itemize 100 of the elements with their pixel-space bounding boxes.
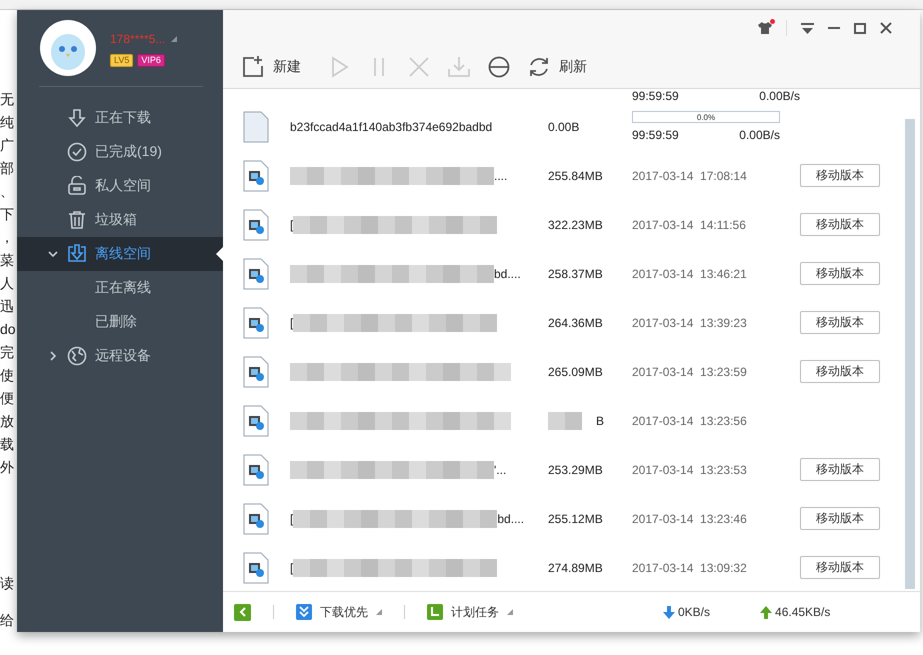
dropdown-menu-icon[interactable] <box>801 22 814 34</box>
back-button[interactable] <box>234 604 251 620</box>
sidebar-item[interactable]: 正在下载 <box>17 101 223 135</box>
vip-badge: VIP6 <box>137 54 165 67</box>
video-file-icon <box>243 306 269 338</box>
lock-icon <box>67 176 87 196</box>
file-size: 258.37MB <box>548 266 603 280</box>
sidebar-item[interactable]: 离线空间 <box>17 237 223 271</box>
file-name: [ <box>290 560 294 574</box>
download-speed: 0.00B/s <box>739 128 780 142</box>
progress-percent: 0.0% <box>696 112 716 122</box>
file-name: [ <box>290 512 294 526</box>
trash-icon <box>67 210 87 230</box>
file-name: [ <box>290 316 294 330</box>
globe-icon <box>67 346 87 366</box>
move-version-button[interactable]: 移动版本 <box>800 507 880 530</box>
file-name: bd.... <box>494 266 521 280</box>
background-text: 部 <box>0 159 15 178</box>
file-size: 0.00B <box>548 120 580 134</box>
chevron-left-icon <box>238 607 246 617</box>
maximize-icon[interactable] <box>854 22 866 34</box>
move-version-button[interactable]: 移动版本 <box>800 213 880 236</box>
file-size: 253.29MB <box>548 462 603 476</box>
background-text: 人 <box>0 274 15 293</box>
refresh-icon <box>527 55 551 79</box>
toolbar-button[interactable]: 新建 <box>237 51 305 83</box>
move-version-button[interactable]: 移动版本 <box>800 311 880 334</box>
video-file-icon <box>243 160 269 192</box>
completed-date: 2017-03-14 14:11:56 <box>632 218 747 232</box>
background-text: 菜 <box>0 251 15 270</box>
toolbar-button[interactable]: 刷新 <box>523 51 591 83</box>
download-icon <box>447 55 471 79</box>
level-badge: LV5 <box>110 54 134 67</box>
move-version-button[interactable]: 移动版本 <box>800 262 880 285</box>
move-version-button[interactable]: 移动版本 <box>800 556 880 579</box>
l-shape-icon <box>427 604 443 620</box>
download-speed-indicator: 0KB/s <box>663 605 710 619</box>
sidebar-item[interactable]: 垃圾箱 <box>17 203 223 237</box>
file-size: 322.23MB <box>548 218 603 232</box>
background-text: 给 <box>0 611 15 630</box>
background-text: 下 <box>0 205 15 224</box>
sidebar-item[interactable]: 远程设备 <box>17 339 223 373</box>
chevron-right-icon <box>48 351 58 361</box>
double-chevron-down-icon <box>296 604 312 620</box>
caret-icon <box>376 609 382 615</box>
file-size: 255.84MB <box>548 168 603 182</box>
sidebar-subitem[interactable]: 正在离线 <box>17 271 223 305</box>
sidebar-item[interactable]: 私人空间 <box>17 169 223 203</box>
completed-date: 2017-03-14 13:09:32 <box>632 560 748 574</box>
file-size: 265.09MB <box>548 364 603 378</box>
sidebar-subitem[interactable]: 已删除 <box>17 305 223 339</box>
chevron-down-icon <box>48 249 58 259</box>
video-file-icon <box>243 356 269 388</box>
new-file-icon <box>241 55 265 79</box>
file-name: b23fccad4a1f140ab3fb374e692badbd <box>290 120 494 134</box>
sidebar-item[interactable]: 已完成(19) <box>17 135 223 169</box>
file-name: .... <box>494 168 508 182</box>
caret-icon <box>507 609 513 615</box>
shirt-icon[interactable] <box>758 22 772 34</box>
completed-date: 2017-03-14 13:23:53 <box>632 462 748 476</box>
background-text: ， <box>0 228 15 247</box>
username: 178****5... <box>110 32 166 46</box>
completed-date: 2017-03-14 13:39:23 <box>632 316 748 330</box>
video-file-icon <box>243 258 269 290</box>
file-size: B <box>596 414 604 428</box>
upload-speed-indicator: 46.45KB/s <box>760 605 830 619</box>
video-file-icon <box>243 454 269 486</box>
completed-date: 2017-03-14 13:46:21 <box>632 266 748 280</box>
avatar <box>40 20 96 76</box>
close-icon <box>407 55 431 79</box>
priority-dropdown[interactable]: 下载优先 <box>296 604 382 620</box>
video-file-icon <box>243 208 269 240</box>
completed-date: 2017-03-14 17:08:14 <box>632 168 748 182</box>
background-text: 外 <box>0 458 15 477</box>
completed-date: 2017-03-14 13:23:59 <box>632 364 748 378</box>
file-size: 274.89MB <box>548 560 603 574</box>
background-text: 完 <box>0 343 15 362</box>
move-version-button[interactable]: 移动版本 <box>800 458 880 481</box>
background-text: 读 <box>0 574 15 593</box>
time-remaining: 99:59:59 <box>632 128 679 142</box>
video-file-icon <box>243 502 269 534</box>
move-version-button[interactable]: 移动版本 <box>800 164 880 187</box>
file-name: bd.... <box>497 512 524 526</box>
video-file-icon <box>243 404 269 436</box>
background-text: do <box>0 320 17 339</box>
caret-icon[interactable] <box>171 36 178 42</box>
move-version-button[interactable]: 移动版本 <box>800 360 880 383</box>
file-name: [ <box>290 218 294 232</box>
completed-date: 2017-03-14 13:23:46 <box>632 512 748 526</box>
download-speed: 0.00B/s <box>759 89 800 102</box>
scrollbar[interactable] <box>905 119 915 589</box>
close-icon[interactable] <box>880 22 892 34</box>
download-arrow-icon <box>67 108 87 128</box>
background-text: 载 <box>0 435 15 454</box>
schedule-dropdown[interactable]: 计划任务 <box>427 604 513 620</box>
background-text: 放 <box>0 412 15 431</box>
file-name: '... <box>494 462 506 476</box>
background-text: 便 <box>0 389 15 408</box>
file-size: 264.36MB <box>548 316 603 330</box>
background-text: 纯 <box>0 113 15 132</box>
